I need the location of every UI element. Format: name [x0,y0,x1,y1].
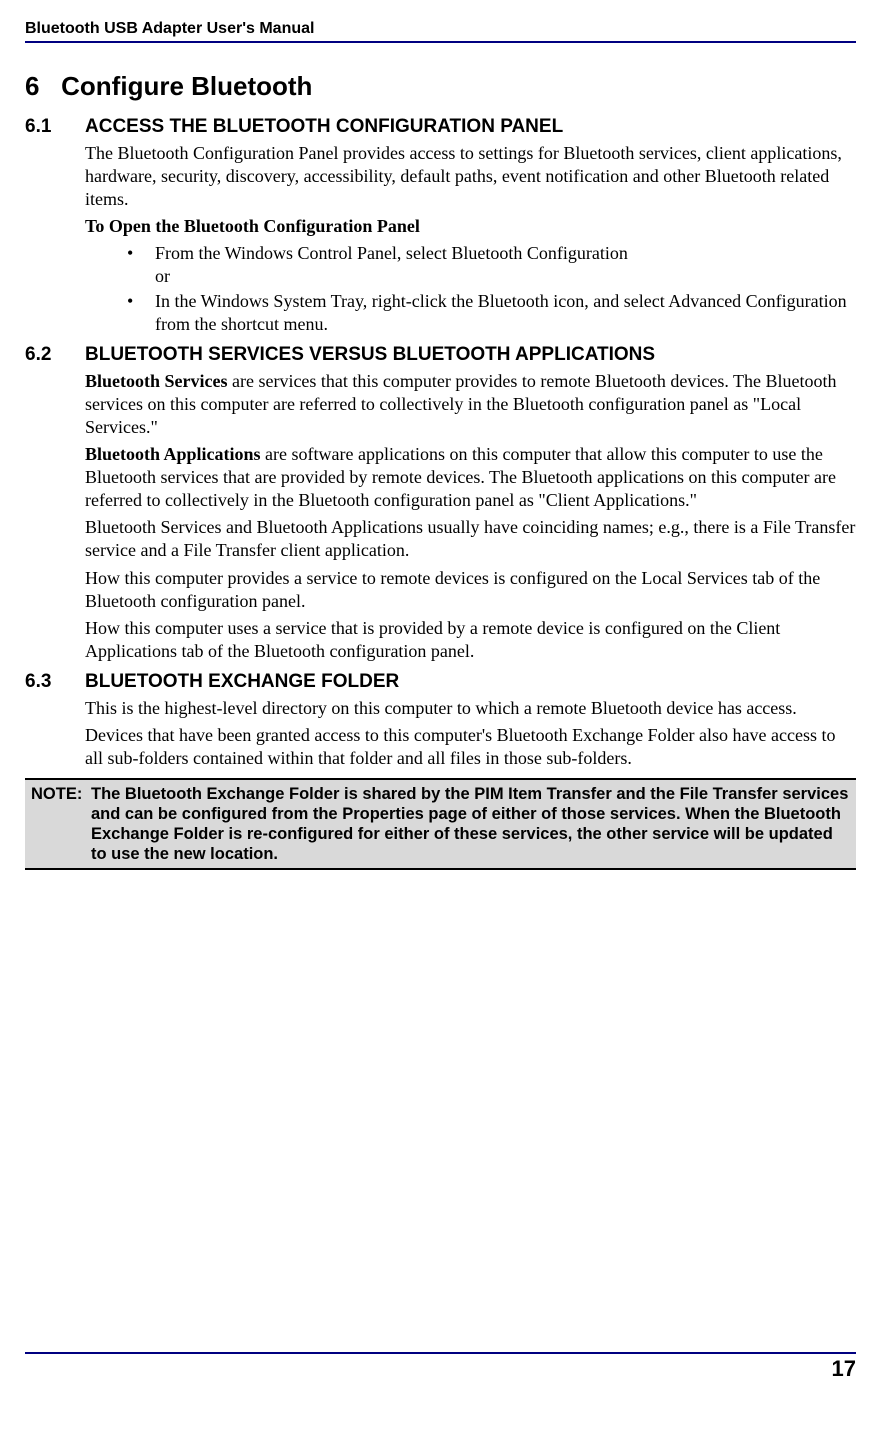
page-footer: 17 [25,1352,856,1382]
paragraph: How this computer uses a service that is… [85,617,856,663]
paragraph: Bluetooth Applications are software appl… [85,443,856,512]
list-text: In the Windows System Tray, right-click … [155,291,847,334]
section-6-1: 6.1 ACCESS THE BLUETOOTH CONFIGURATION P… [25,116,856,336]
paragraph: Bluetooth Services and Bluetooth Applica… [85,516,856,562]
section-title: BLUETOOTH EXCHANGE FOLDER [85,671,399,693]
section-number: 6.2 [25,344,85,366]
section-body: This is the highest-level directory on t… [85,697,856,770]
paragraph: Bluetooth Services are services that thi… [85,370,856,439]
chapter-title: Configure Bluetooth [61,71,312,101]
section-number: 6.1 [25,116,85,138]
note-label: NOTE: [31,784,91,865]
chapter-heading: 6 Configure Bluetooth [25,71,856,102]
section-heading: 6.3 BLUETOOTH EXCHANGE FOLDER [25,671,856,693]
section-number: 6.3 [25,671,85,693]
section-body: The Bluetooth Configuration Panel provid… [85,142,856,336]
term: Bluetooth Applications [85,444,261,464]
chapter-number: 6 [25,71,39,101]
header-title: Bluetooth USB Adapter User's Manual [25,20,314,37]
paragraph: Devices that have been granted access to… [85,724,856,770]
section-title: BLUETOOTH SERVICES VERSUS BLUETOOTH APPL… [85,344,655,366]
section-title: ACCESS THE BLUETOOTH CONFIGURATION PANEL [85,116,563,138]
sub-heading: To Open the Bluetooth Configuration Pane… [85,215,856,238]
section-body: Bluetooth Services are services that thi… [85,370,856,662]
bullet-list: From the Windows Control Panel, select B… [85,242,856,336]
paragraph: How this computer provides a service to … [85,567,856,613]
section-heading: 6.1 ACCESS THE BLUETOOTH CONFIGURATION P… [25,116,856,138]
page-header: Bluetooth USB Adapter User's Manual [25,20,856,43]
note-text: The Bluetooth Exchange Folder is shared … [91,784,850,865]
paragraph: The Bluetooth Configuration Panel provid… [85,142,856,211]
section-6-3: 6.3 BLUETOOTH EXCHANGE FOLDER This is th… [25,671,856,770]
list-text: From the Windows Control Panel, select B… [155,243,628,286]
list-item: From the Windows Control Panel, select B… [127,242,856,288]
section-heading: 6.2 BLUETOOTH SERVICES VERSUS BLUETOOTH … [25,344,856,366]
term: Bluetooth Services [85,371,227,391]
note-box: NOTE: The Bluetooth Exchange Folder is s… [25,778,856,871]
section-6-2: 6.2 BLUETOOTH SERVICES VERSUS BLUETOOTH … [25,344,856,662]
list-item: In the Windows System Tray, right-click … [127,290,856,336]
paragraph: This is the highest-level directory on t… [85,697,856,720]
page-number: 17 [832,1356,856,1381]
page: Bluetooth USB Adapter User's Manual 6 Co… [0,0,881,1400]
